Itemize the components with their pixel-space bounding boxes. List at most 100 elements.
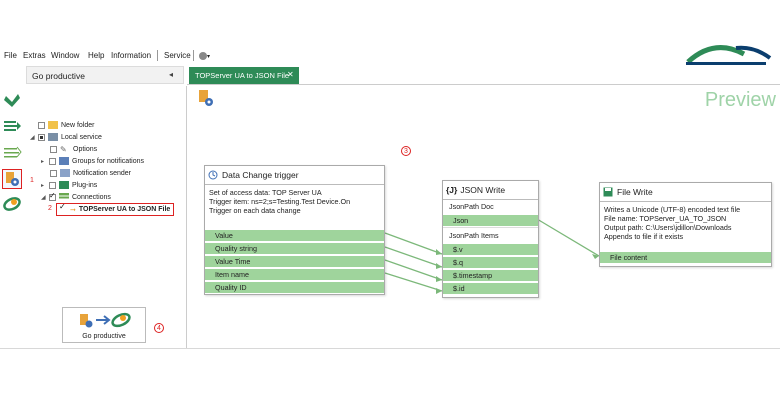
expand-icon[interactable]: ◢ — [41, 194, 49, 201]
node-description: Writes a Unicode (UTF-8) encoded text fi… — [600, 202, 771, 244]
menu-help[interactable]: Help — [88, 51, 104, 60]
folder-icon — [48, 121, 58, 129]
desc-line: File name: TOPServer_UA_TO_JSON — [604, 214, 727, 223]
clock-icon — [208, 170, 218, 180]
desc-line: Trigger on each data change — [209, 206, 301, 215]
input-port-q[interactable]: $.q — [443, 256, 538, 268]
menu-extras[interactable]: Extras — [23, 51, 46, 60]
callout-marker-2: 2 — [48, 205, 52, 212]
checkbox[interactable] — [49, 157, 56, 165]
output-port-quality-id[interactable]: Quality ID — [205, 281, 384, 293]
menu-service[interactable]: Service — [164, 51, 191, 60]
tab-topserver-ua-to-json[interactable]: TOPServer UA to JSON File ✕ — [189, 67, 299, 84]
desc-line: Appends to file if it exists — [604, 232, 684, 241]
tree-panel-header: Go productive ◂ — [26, 66, 184, 84]
plugin-icon — [4, 94, 20, 107]
output-port-value-time[interactable]: Value Time — [205, 255, 384, 267]
rail-button-go-productive[interactable] — [2, 194, 22, 214]
input-port-v[interactable]: $.v — [443, 243, 538, 255]
desc-line: Set of access data: TOP Server UA — [209, 188, 322, 197]
output-port-value[interactable]: Value — [205, 229, 384, 241]
tree-item-plugins[interactable]: ▸ Plug-ins — [41, 179, 97, 191]
port-json[interactable]: Json — [443, 214, 538, 226]
arrow-right-icon: ➞ — [70, 206, 76, 214]
checkbox[interactable] — [49, 181, 56, 189]
checkbox[interactable] — [50, 145, 57, 153]
go-productive-icon — [80, 312, 131, 328]
node-title: Data Change trigger — [205, 166, 384, 185]
go-productive-button[interactable]: Go productive — [62, 307, 146, 343]
plugin-icon — [59, 181, 69, 189]
connections-icon — [59, 193, 69, 201]
swirl-icon — [3, 197, 21, 211]
tree-item-groups[interactable]: ▸ Groups for notifications — [41, 155, 144, 167]
go-productive-label: Go productive — [82, 333, 126, 340]
chevron-down-icon: ▾ — [207, 54, 211, 60]
desc-line: Trigger item: ns=2;s=Testing.Test Device… — [209, 197, 351, 206]
expand-icon[interactable]: ▸ — [41, 182, 49, 189]
tree-item-label: Groups for notifications — [72, 157, 144, 165]
node-title: File Write — [600, 183, 771, 202]
status-dropdown[interactable]: ▾ — [199, 51, 210, 60]
node-title: {J} JSON Write — [443, 181, 538, 200]
node-title-label: File Write — [617, 187, 653, 197]
rail-button-flow[interactable] — [2, 142, 22, 162]
callout-marker-4: 4 — [154, 323, 164, 333]
node-file-write[interactable]: File Write Writes a Unicode (UTF-8) enco… — [599, 182, 772, 267]
node-json-write[interactable]: {J} JSON Write JsonPath Doc Json JsonPat… — [442, 180, 539, 298]
rail-button-connections[interactable] — [2, 169, 22, 189]
field-jsonpath-doc: JsonPath Doc — [449, 202, 494, 211]
expand-icon[interactable]: ◢ — [30, 134, 38, 141]
checkbox[interactable] — [38, 121, 45, 129]
menu-window[interactable]: Window — [51, 51, 79, 60]
node-title-label: JSON Write — [460, 185, 506, 195]
tree-item-options[interactable]: ✎ Options — [50, 143, 97, 155]
collapse-panel-icon[interactable]: ◂ — [169, 70, 173, 79]
json-icon: {J} — [446, 185, 458, 195]
tab-label: TOPServer UA to JSON File — [195, 71, 290, 80]
status-icon — [199, 51, 207, 60]
service-icon — [48, 133, 58, 141]
tree-item-label: Notification sender — [73, 169, 131, 177]
tree-item-connections[interactable]: ◢ Connections — [41, 191, 111, 203]
tree-item-label: Options — [73, 145, 98, 153]
desc-line: Output path: C:\Users\jdillon\Downloads — [604, 223, 732, 232]
close-icon[interactable]: ✕ — [287, 70, 294, 79]
tree-view: New folder ◢ Local service ✎ Options ▸ G… — [24, 86, 187, 348]
input-port-id[interactable]: $.id — [443, 282, 538, 294]
node-description: Set of access data: TOP Server UA Trigge… — [205, 185, 384, 218]
group-icon — [59, 157, 69, 165]
tree-item-label: New folder — [61, 121, 95, 129]
expand-icon[interactable]: ▸ — [41, 158, 49, 165]
rail-button-list[interactable] — [2, 116, 22, 136]
field-jsonpath-items: JsonPath Items — [443, 227, 538, 242]
tree-item-notification-sender[interactable]: Notification sender — [50, 167, 131, 179]
tree-item-label: Connections — [72, 193, 111, 201]
checkbox[interactable] — [59, 202, 67, 213]
checkbox[interactable] — [38, 133, 45, 141]
sender-icon — [60, 169, 70, 177]
input-port-timestamp[interactable]: $.timestamp — [443, 269, 538, 281]
menu-separator — [157, 50, 158, 61]
tree-item-local-service[interactable]: ◢ Local service — [30, 131, 102, 143]
tree-item-label: TOPServer UA to JSON File — [78, 206, 171, 213]
left-icon-rail: 1 — [0, 66, 34, 348]
menu-file[interactable]: File — [4, 51, 17, 60]
output-port-item-name[interactable]: Item name — [205, 268, 384, 280]
connection-gear-icon — [6, 172, 19, 186]
workflow-canvas[interactable]: Preview 3 Data Change trigger Set of acc… — [187, 86, 780, 348]
input-port-file-content[interactable]: File content — [600, 251, 771, 263]
output-port-quality-string[interactable]: Quality string — [205, 242, 384, 254]
flow-lines-icon — [4, 146, 22, 158]
node-title-label: Data Change trigger — [222, 170, 299, 180]
tree-item-topserver-connection[interactable]: ➞ TOPServer UA to JSON File — [56, 202, 175, 216]
tree-item-label: Local service — [61, 133, 102, 141]
menu-separator — [193, 50, 194, 61]
checkbox[interactable] — [50, 169, 57, 177]
tree-item-new-folder[interactable]: New folder — [38, 119, 94, 131]
checkbox[interactable] — [49, 191, 56, 201]
footer-divider — [0, 348, 780, 349]
rail-button-plugins[interactable] — [2, 90, 22, 110]
node-data-change-trigger[interactable]: Data Change trigger Set of access data: … — [204, 165, 385, 295]
menu-information[interactable]: Information — [111, 51, 151, 60]
